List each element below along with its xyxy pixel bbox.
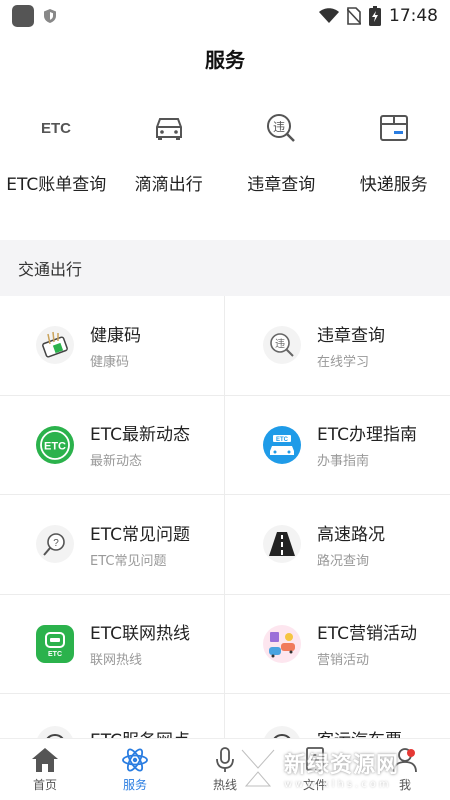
- service-subtitle: 最新动态: [90, 454, 143, 470]
- etc-hotline-icon: ETC: [36, 624, 74, 663]
- svg-text:ETC: ETC: [44, 440, 66, 452]
- services-list[interactable]: 健康码 健康码 违 违章查询 在线学习 ETC ETC最新动态 最新动态 ETC…: [0, 296, 450, 748]
- watermark-text: 新绿资源网 www.xlhs.com: [284, 747, 399, 790]
- quick-action-label: 滴滴出行: [134, 175, 203, 195]
- no-sim-icon: [347, 7, 361, 25]
- etc-text-icon: ETC: [36, 108, 76, 148]
- quick-action-etc-bill[interactable]: ETC ETC账单查询: [0, 108, 113, 240]
- service-item-etc-hotline[interactable]: ETC ETC联网热线 联网热线: [0, 594, 225, 694]
- car-front-icon: [149, 108, 189, 148]
- package-box-icon: [374, 108, 414, 148]
- service-subtitle: ETC常见问题: [90, 553, 167, 569]
- service-text: ETC办理指南 办事指南: [317, 420, 417, 469]
- service-title: 高速路况: [317, 524, 385, 545]
- service-subtitle: 健康码: [90, 354, 130, 370]
- nav-label: 热线: [212, 777, 237, 792]
- nav-label: 服务: [122, 777, 147, 792]
- quick-action-express[interactable]: 快递服务: [338, 108, 450, 240]
- etc-car-guide-icon: ETC: [263, 425, 301, 464]
- service-text: ETC最新动态 最新动态: [90, 420, 190, 469]
- service-item-etc-guide[interactable]: ETC ETC办理指南 办事指南: [225, 396, 450, 495]
- quick-action-label: ETC账单查询: [6, 175, 107, 195]
- violation-search-icon: 违: [261, 108, 301, 148]
- svg-text:违: 违: [273, 120, 285, 134]
- quick-action-didi[interactable]: 滴滴出行: [113, 108, 226, 240]
- watermark-logo-icon: [240, 748, 276, 787]
- service-title: ETC常见问题: [90, 524, 190, 545]
- service-subtitle: 办事指南: [317, 454, 370, 470]
- page-title: 服务: [205, 47, 245, 72]
- battery-charging-icon: [369, 6, 381, 26]
- service-title: 违章查询: [317, 325, 385, 346]
- service-text: ETC营销活动 营销活动: [317, 619, 417, 668]
- nav-home[interactable]: 首页: [0, 739, 90, 800]
- service-text: ETC联网热线 联网热线: [90, 619, 190, 668]
- highway-road-icon: [263, 525, 301, 564]
- nav-label: 首页: [32, 777, 57, 792]
- shield-icon: [44, 9, 56, 23]
- svg-text:ETC: ETC: [41, 120, 71, 137]
- service-text: 违章查询 在线学习: [317, 321, 385, 370]
- wifi-icon: [319, 8, 339, 23]
- quick-actions: ETC ETC账单查询 滴滴出行 违 违章查询 快递服务: [0, 84, 450, 240]
- service-item-etc-faq[interactable]: ? ETC常见问题 ETC常见问题: [0, 495, 225, 595]
- service-text: ETC常见问题 ETC常见问题: [90, 520, 190, 569]
- svg-text:ETC: ETC: [276, 437, 289, 443]
- watermark: 新绿资源网 www.xlhs.com: [238, 740, 438, 796]
- service-title: ETC最新动态: [90, 425, 190, 446]
- service-title: ETC营销活动: [317, 624, 417, 645]
- health-code-icon: [36, 326, 74, 365]
- status-bar: 17:48: [0, 0, 450, 32]
- service-title: ETC联网热线: [90, 624, 190, 645]
- watermark-main: 新绿资源网: [284, 752, 400, 778]
- svg-text:?: ?: [53, 538, 59, 549]
- microphone-icon: [216, 746, 234, 772]
- section-title: 交通出行: [18, 260, 83, 279]
- service-subtitle: 联网热线: [90, 653, 143, 669]
- service-title: 健康码: [90, 325, 141, 346]
- service-subtitle: 路况查询: [317, 553, 370, 569]
- quick-action-violation[interactable]: 违 违章查询: [225, 108, 338, 240]
- violation-search-icon: 违: [263, 326, 301, 365]
- service-subtitle: 营销活动: [317, 653, 370, 669]
- question-magnifier-icon: ?: [36, 525, 74, 564]
- services-grid: 健康码 健康码 违 违章查询 在线学习 ETC ETC最新动态 最新动态 ETC…: [0, 296, 450, 748]
- quick-action-label: 违章查询: [247, 175, 316, 195]
- atom-icon: [122, 747, 148, 772]
- service-item-violation[interactable]: 违 违章查询 在线学习: [225, 296, 450, 396]
- status-left: [12, 5, 56, 27]
- svg-text:ETC: ETC: [48, 651, 62, 658]
- etc-green-badge-icon: ETC: [36, 425, 74, 464]
- watermark-sub: www.xlhs.com: [284, 778, 392, 790]
- nav-services[interactable]: 服务: [90, 739, 180, 800]
- home-icon: [32, 747, 58, 772]
- service-item-etc-news[interactable]: ETC ETC最新动态 最新动态: [0, 395, 225, 495]
- section-header: 交通出行: [0, 240, 450, 296]
- service-subtitle: 在线学习: [317, 354, 370, 370]
- service-item-health-code[interactable]: 健康码 健康码: [0, 296, 225, 396]
- svg-text:违: 违: [275, 338, 285, 350]
- marketing-event-icon: [263, 624, 301, 663]
- quick-action-label: 快递服务: [359, 175, 428, 195]
- service-item-highway[interactable]: 高速路况 路况查询: [225, 495, 450, 595]
- service-item-etc-marketing[interactable]: ETC营销活动 营销活动: [225, 595, 450, 694]
- status-right: 17:48: [319, 6, 438, 26]
- status-time: 17:48: [389, 6, 438, 26]
- service-text: 健康码 健康码: [90, 321, 141, 370]
- service-text: 高速路况 路况查询: [317, 520, 385, 569]
- app-notification-icon: [12, 5, 34, 27]
- service-title: ETC办理指南: [317, 425, 417, 446]
- page-header: 服务: [0, 32, 450, 84]
